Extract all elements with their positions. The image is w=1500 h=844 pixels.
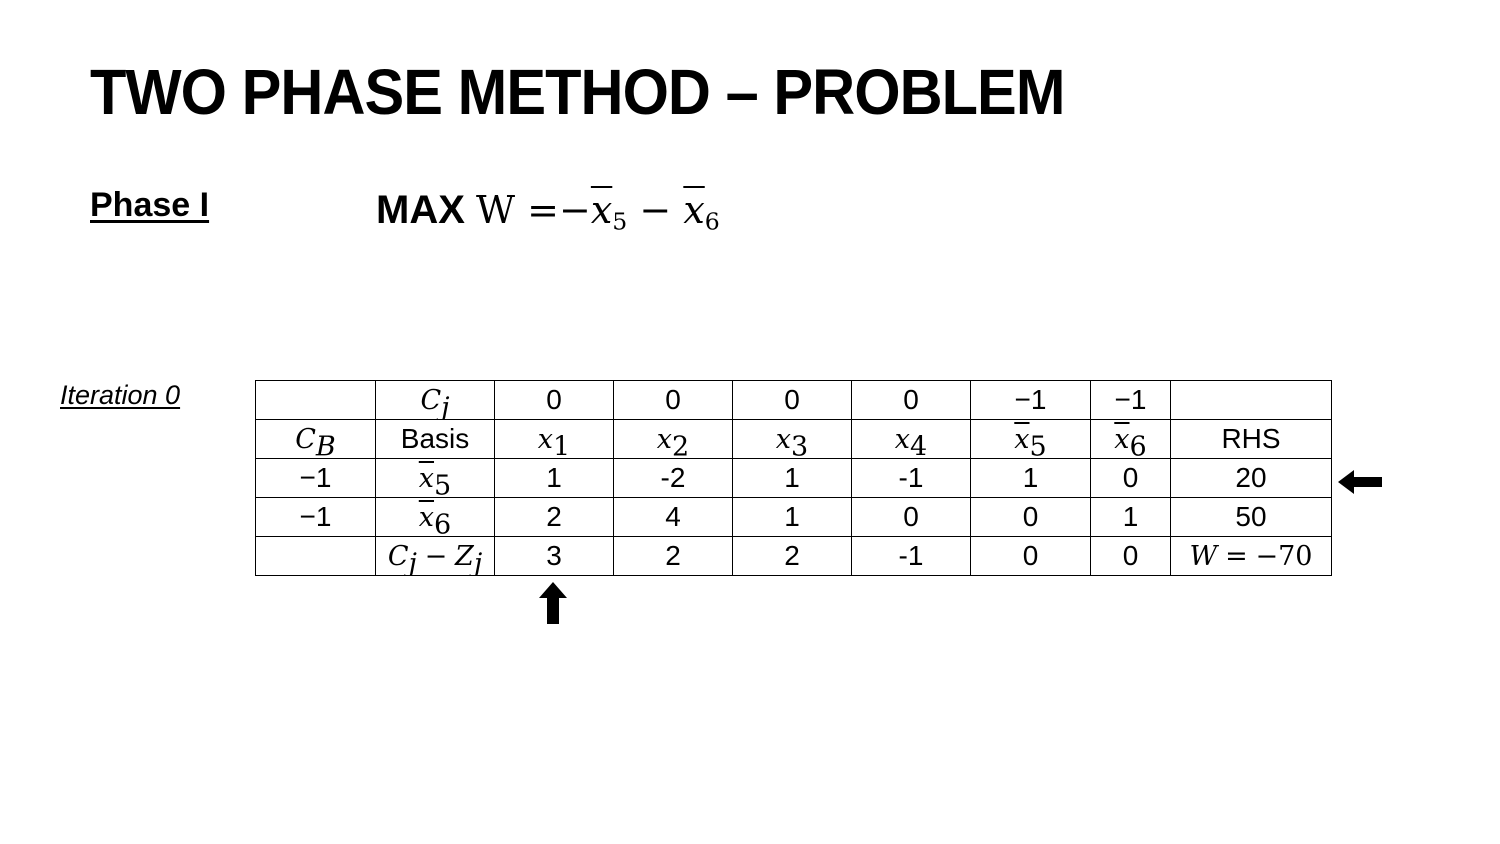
row-cb: −1 — [255, 497, 376, 537]
cj-value: −1 — [970, 380, 1091, 420]
cj-value: 0 — [732, 380, 852, 420]
cz-value: 0 — [1090, 536, 1171, 576]
simplex-tableau: Cj 0 0 0 0 −1 −1 CB Basis x1 x2 x3 x4 x5… — [255, 380, 1332, 576]
var-header-x4: x4 — [851, 419, 971, 459]
slide-title: TWO PHASE METHOD – PROBLEM — [90, 56, 1065, 128]
row-value: 1 — [1090, 497, 1171, 537]
rhs-header: RHS — [1170, 419, 1332, 459]
var-header-x3: x3 — [732, 419, 852, 459]
tableau-row: −1 x6 2 4 1 0 0 1 50 — [255, 497, 1332, 537]
row-value: 0 — [1090, 458, 1171, 498]
cj-row: Cj 0 0 0 0 −1 −1 — [255, 380, 1332, 420]
var-header-x2: x2 — [613, 419, 733, 459]
cj-value: 0 — [494, 380, 614, 420]
cz-value: 2 — [613, 536, 733, 576]
row-value: 2 — [494, 497, 614, 537]
row-basis: x6 — [375, 497, 495, 537]
cj-value: −1 — [1090, 380, 1171, 420]
row-value: -2 — [613, 458, 733, 498]
objective-keyword: MAX — [376, 188, 465, 232]
row-value: 1 — [970, 458, 1091, 498]
row-value: 0 — [970, 497, 1091, 537]
objective-term-1-sub: 5 — [612, 207, 628, 236]
phase-label: Phase I — [90, 186, 210, 224]
objective-variable: W — [476, 188, 516, 232]
row-value: -1 — [851, 458, 971, 498]
objective-minus-2: − — [639, 188, 672, 232]
row-value: 1 — [732, 497, 852, 537]
cj-value: 0 — [851, 380, 971, 420]
objective-value-cell: W = −70 — [1170, 536, 1332, 576]
arrow-up-icon — [539, 582, 567, 624]
cj-row-rhs-empty — [1170, 380, 1332, 420]
tableau-row: −1 x5 1 -2 1 -1 1 0 20 — [255, 458, 1332, 498]
cz-row-empty-cell — [255, 536, 376, 576]
row-rhs: 20 — [1170, 458, 1332, 498]
objective-term-2-base: x — [683, 188, 705, 232]
cz-value: 0 — [970, 536, 1091, 576]
objective-function: MAX W =−x5 − x6 — [376, 186, 720, 234]
cj-row-label: Cj — [375, 380, 495, 420]
var-header-x5-bar: x5 — [970, 419, 1091, 459]
arrow-left-icon — [1338, 470, 1382, 494]
cz-value: 3 — [494, 536, 614, 576]
objective-minus-1: − — [559, 188, 591, 232]
row-basis: x5 — [375, 458, 495, 498]
row-rhs: 50 — [1170, 497, 1332, 537]
basis-header: Basis — [375, 419, 495, 459]
cj-minus-zj-row: Cj − Zj 3 2 2 -1 0 0 W = −70 — [255, 536, 1332, 576]
cz-value: -1 — [851, 536, 971, 576]
objective-term-2-sub: 6 — [704, 207, 720, 236]
objective-equals: = — [527, 188, 560, 232]
row-value: 0 — [851, 497, 971, 537]
cz-value: 2 — [732, 536, 852, 576]
cj-row-empty-cell — [255, 380, 376, 420]
row-value: 1 — [494, 458, 614, 498]
cz-row-label: Cj − Zj — [375, 536, 495, 576]
var-header-x1: x1 — [494, 419, 614, 459]
row-value: 4 — [613, 497, 733, 537]
cb-header: CB — [255, 419, 376, 459]
row-cb: −1 — [255, 458, 376, 498]
row-value: 1 — [732, 458, 852, 498]
header-row: CB Basis x1 x2 x3 x4 x5 x6 RHS — [255, 419, 1332, 459]
objective-expression: W =−x5 − x6 — [476, 188, 720, 233]
var-header-x6-bar: x6 — [1090, 419, 1171, 459]
iteration-label: Iteration 0 — [60, 380, 181, 410]
cj-value: 0 — [613, 380, 733, 420]
objective-term-1-base: x — [590, 188, 613, 232]
